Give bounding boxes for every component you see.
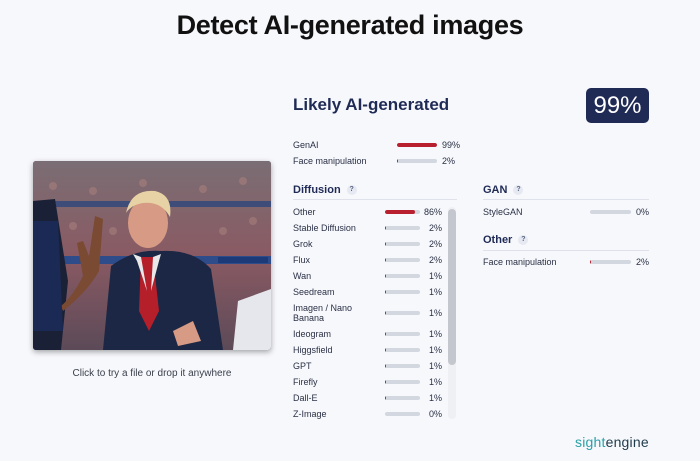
diffusion-label: Higgsfield (293, 345, 333, 355)
divider (483, 199, 649, 200)
gan-section-title: GAN ? (483, 184, 524, 196)
diffusion-value: 1% (428, 271, 442, 281)
diffusion-value: 0% (428, 409, 442, 419)
diffusion-label: Stable Diffusion (293, 223, 356, 233)
diffusion-bar (385, 332, 420, 336)
diffusion-row: Wan (293, 268, 373, 284)
analyzed-image (33, 161, 271, 350)
diffusion-value: 1% (428, 377, 442, 387)
diffusion-bar (385, 226, 420, 230)
diffusion-bar (385, 258, 420, 262)
diffusion-row: Higgsfield (293, 342, 373, 358)
diffusion-label: Dall-E (293, 393, 318, 403)
diffusion-value: 2% (428, 239, 442, 249)
diffusion-bar (385, 274, 420, 278)
page-title: Detect AI-generated images (176, 10, 524, 40)
diffusion-value: 86% (423, 207, 442, 217)
diffusion-row: Seedream (293, 284, 373, 300)
drop-hint: Click to try a file or drop it anywhere (72, 368, 232, 379)
diffusion-label: Other (293, 207, 316, 217)
diffusion-value: 2% (428, 255, 442, 265)
diffusion-label: Z-Image (293, 409, 327, 419)
diffusion-row: Stable Diffusion (293, 220, 373, 236)
diffusion-row: Grok (293, 236, 373, 252)
diffusion-label: Wan (293, 271, 312, 281)
gan-value-stylegan: 0% (635, 207, 649, 217)
diffusion-row: Imagen / Nano Banana (293, 300, 373, 326)
scrollbar-thumb[interactable] (448, 209, 456, 365)
diffusion-value: 1% (428, 329, 442, 339)
diffusion-bar (385, 242, 420, 246)
divider (483, 250, 649, 251)
other-value-face: 2% (635, 257, 649, 267)
diffusion-row: Flux (293, 252, 373, 268)
diffusion-bar (385, 364, 420, 368)
diffusion-bar (385, 380, 420, 384)
help-icon[interactable]: ? (513, 185, 524, 195)
diffusion-section-title: Diffusion ? (293, 184, 357, 196)
divider (293, 199, 457, 200)
diffusion-label: Flux (293, 255, 311, 265)
other-row-face: Face manipulation (483, 257, 557, 267)
upload-area[interactable]: Click to try a file or drop it anywhere (33, 161, 271, 379)
diffusion-label: GPT (293, 361, 312, 371)
verdict-label: Likely AI-generated (293, 95, 450, 114)
gan-row-stylegan: StyleGAN (483, 207, 523, 217)
diffusion-value: 1% (428, 345, 442, 355)
image-preview[interactable] (33, 161, 271, 350)
diffusion-bar (385, 311, 420, 315)
diffusion-bar (385, 210, 420, 214)
other-section-title: Other ? (483, 234, 529, 246)
diffusion-label: Ideogram (293, 329, 332, 339)
summary-value-genai: 99% (441, 140, 460, 150)
diffusion-value: 1% (428, 287, 442, 297)
score-badge: 99% (586, 88, 649, 123)
diffusion-value: 1% (428, 308, 442, 318)
diffusion-bar (385, 348, 420, 352)
summary-row-face: Face manipulation (293, 153, 367, 169)
diffusion-row: Dall-E (293, 390, 373, 406)
summary-bar-genai (397, 143, 437, 147)
summary-row-genai: GenAI (293, 137, 319, 153)
diffusion-row: Other (293, 204, 373, 220)
diffusion-bar (385, 290, 420, 294)
help-icon[interactable]: ? (518, 235, 529, 245)
summary-label: Face manipulation (293, 156, 367, 166)
diffusion-label: Imagen / Nano Banana (293, 303, 353, 323)
diffusion-row: GPT (293, 358, 373, 374)
diffusion-value: 2% (428, 223, 442, 233)
diffusion-bar (385, 412, 420, 416)
help-icon[interactable]: ? (346, 185, 357, 195)
diffusion-value: 1% (428, 393, 442, 403)
diffusion-label: Grok (293, 239, 313, 249)
diffusion-bar (385, 396, 420, 400)
diffusion-value: 1% (428, 361, 442, 371)
diffusion-row: Firefly (293, 374, 373, 390)
brand-logo[interactable]: sightengine (575, 434, 649, 450)
diffusion-row: Ideogram (293, 326, 373, 342)
summary-value-face: 2% (441, 156, 455, 166)
diffusion-scrollbar[interactable] (448, 207, 456, 419)
diffusion-label: Seedream (293, 287, 335, 297)
diffusion-row: Z-Image (293, 406, 373, 422)
summary-label: GenAI (293, 140, 319, 150)
diffusion-label: Firefly (293, 377, 318, 387)
